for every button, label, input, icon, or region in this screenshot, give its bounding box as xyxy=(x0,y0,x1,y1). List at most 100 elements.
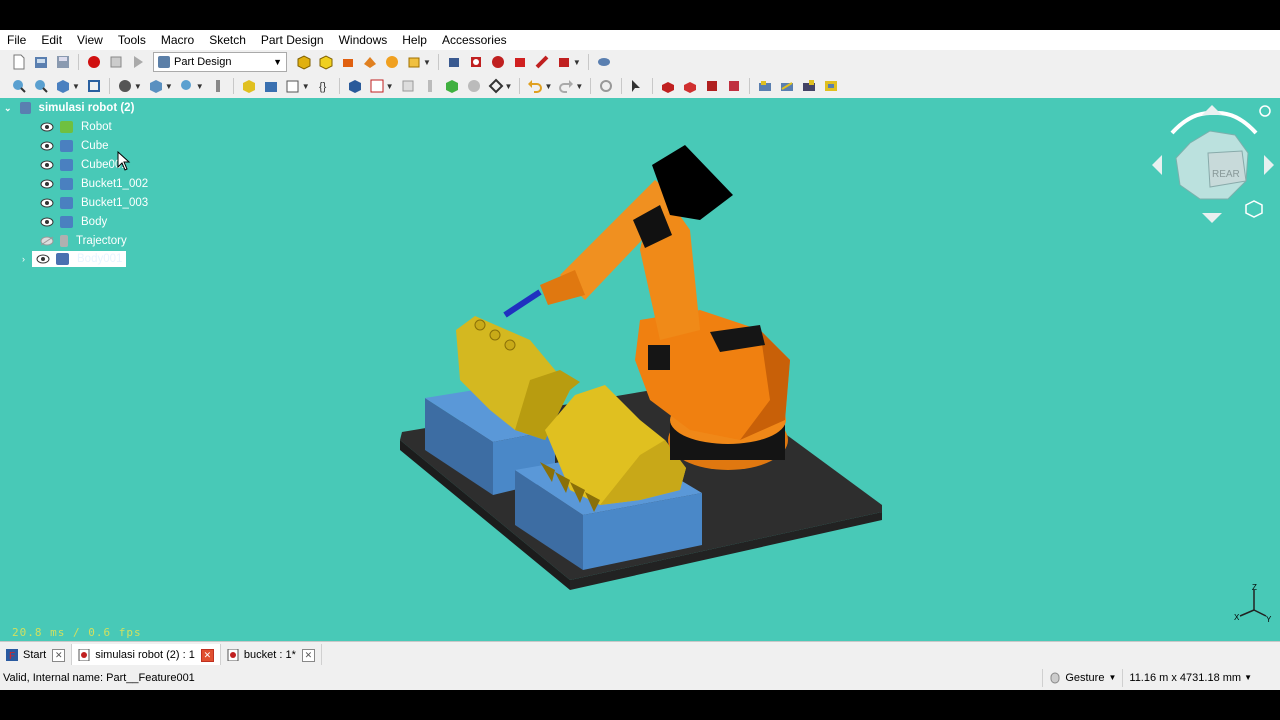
robot-export-icon[interactable] xyxy=(822,78,840,94)
tree-item-robot[interactable]: Robot xyxy=(40,118,112,136)
eye-icon[interactable] xyxy=(40,198,54,208)
chevron-down-icon[interactable]: ▼ xyxy=(573,58,581,67)
chain-icon[interactable] xyxy=(595,54,613,70)
redo-icon[interactable] xyxy=(557,78,575,94)
revolution-icon[interactable] xyxy=(383,54,401,70)
bounding-box-icon[interactable] xyxy=(85,78,103,94)
selected-item[interactable]: Body001 xyxy=(32,251,127,267)
rotate-right-icon[interactable] xyxy=(1217,111,1258,135)
macro-record-icon[interactable] xyxy=(85,54,103,70)
create-group-icon[interactable] xyxy=(262,78,280,94)
chevron-down-icon[interactable]: ▼ xyxy=(575,82,583,91)
menu-accessories[interactable]: Accessories xyxy=(435,30,515,50)
create-part-container-icon[interactable] xyxy=(240,78,258,94)
chevron-down-icon[interactable]: ▼ xyxy=(72,82,80,91)
hole-icon[interactable] xyxy=(467,54,485,70)
subtractive-icon[interactable] xyxy=(445,54,463,70)
revolve-feature-icon[interactable] xyxy=(703,78,721,94)
workbench-selector[interactable]: Part Design ▼ xyxy=(153,52,287,72)
tree-item-bucket1-003[interactable]: Bucket1_003 xyxy=(40,194,148,212)
chevron-down-icon[interactable]: ▼ xyxy=(544,82,552,91)
eye-icon[interactable] xyxy=(40,160,54,170)
open-document-icon[interactable] xyxy=(32,54,50,70)
pad-icon[interactable] xyxy=(339,54,357,70)
tree-item-cube[interactable]: Cube xyxy=(40,137,109,155)
close-icon[interactable]: ✕ xyxy=(301,648,315,662)
dimension-display[interactable]: 11.16 m x 4731.18 mm ▼ xyxy=(1122,668,1258,687)
variables-icon[interactable]: {} xyxy=(315,78,333,94)
tree-item-body001[interactable]: › Body001 xyxy=(22,250,127,268)
chevron-down-icon[interactable]: ▼ xyxy=(165,82,173,91)
additive-primitive-icon[interactable] xyxy=(405,54,423,70)
pocket-icon[interactable] xyxy=(361,54,379,70)
create-part-icon[interactable] xyxy=(317,54,335,70)
fit-selection-icon[interactable] xyxy=(32,78,50,94)
fit-all-icon[interactable] xyxy=(10,78,28,94)
new-document-icon[interactable] xyxy=(10,54,28,70)
subtractive-pipe-icon[interactable] xyxy=(533,54,551,70)
new-sketch-icon[interactable] xyxy=(368,78,386,94)
chevron-down-icon[interactable]: ▼ xyxy=(505,82,513,91)
chevron-down-icon[interactable]: ⌄ xyxy=(4,103,12,114)
new-body-icon[interactable] xyxy=(346,78,364,94)
eye-hidden-icon[interactable] xyxy=(40,236,54,246)
close-icon[interactable]: ✕ xyxy=(200,648,214,662)
zoom-icon[interactable] xyxy=(178,78,196,94)
menu-file[interactable]: File xyxy=(0,30,34,50)
isometric-view-icon[interactable] xyxy=(147,78,165,94)
navigation-cube[interactable]: REAR xyxy=(1150,103,1278,228)
rotate-left-icon[interactable] xyxy=(1170,111,1211,135)
arrow-up-icon[interactable] xyxy=(1202,105,1222,115)
subtractive-primitive-icon[interactable] xyxy=(555,54,573,70)
measure-icon[interactable] xyxy=(209,78,227,94)
chevron-down-icon[interactable]: ▼ xyxy=(302,82,310,91)
stereo-icon[interactable] xyxy=(116,78,134,94)
tab-bucket[interactable]: bucket : 1* ✕ xyxy=(221,644,322,666)
menu-view[interactable]: View xyxy=(70,30,111,50)
tree-item-cube001[interactable]: Cube001 xyxy=(40,156,128,174)
datum-point-icon[interactable] xyxy=(421,78,439,94)
menu-sketch[interactable]: Sketch xyxy=(202,30,254,50)
chevron-down-icon[interactable]: ▼ xyxy=(423,58,431,67)
eye-icon[interactable] xyxy=(40,179,54,189)
subtractive-loft-icon[interactable] xyxy=(511,54,529,70)
tab-simulasi-robot[interactable]: simulasi robot (2) : 1 ✕ xyxy=(72,644,221,666)
arrow-right-icon[interactable] xyxy=(1264,155,1274,175)
menu-tools[interactable]: Tools xyxy=(111,30,154,50)
eye-icon[interactable] xyxy=(40,217,54,227)
menu-windows[interactable]: Windows xyxy=(332,30,396,50)
navcube-menu-icon[interactable] xyxy=(1259,105,1271,117)
tree-item-body[interactable]: Body xyxy=(40,213,107,231)
3d-viewport[interactable]: ⌄ simulasi robot (2) Robot Cube Cube001 … xyxy=(0,98,1280,641)
menu-edit[interactable]: Edit xyxy=(34,30,70,50)
pocket-feature-icon[interactable] xyxy=(681,78,699,94)
arrow-left-icon[interactable] xyxy=(1152,155,1162,175)
tree-item-bucket1-002[interactable]: Bucket1_002 xyxy=(40,175,148,193)
groove-feature-icon[interactable] xyxy=(725,78,743,94)
eye-icon[interactable] xyxy=(40,141,54,151)
datum-plane-icon[interactable] xyxy=(487,78,505,94)
eye-icon[interactable] xyxy=(36,254,50,264)
arrow-down-icon[interactable] xyxy=(1202,213,1222,223)
whats-this-icon[interactable] xyxy=(628,78,646,94)
save-document-icon[interactable] xyxy=(54,54,72,70)
robot-trajectory-icon[interactable] xyxy=(778,78,796,94)
draw-style-icon[interactable] xyxy=(54,78,72,94)
groove-icon[interactable] xyxy=(489,54,507,70)
eye-icon[interactable] xyxy=(40,122,54,132)
validate-sketch-icon[interactable] xyxy=(399,78,417,94)
create-link-icon[interactable] xyxy=(284,78,302,94)
pad-feature-icon[interactable] xyxy=(659,78,677,94)
clone-icon[interactable] xyxy=(465,78,483,94)
navigation-style-button[interactable]: Gesture ▼ xyxy=(1042,668,1122,687)
chevron-down-icon[interactable]: ▼ xyxy=(196,82,204,91)
menu-help[interactable]: Help xyxy=(395,30,435,50)
view-menu-cube-icon[interactable] xyxy=(1245,200,1263,218)
tab-start[interactable]: F Start ✕ xyxy=(0,644,73,666)
menu-part-design[interactable]: Part Design xyxy=(254,30,332,50)
macro-edit-icon[interactable] xyxy=(107,54,125,70)
refresh-icon[interactable] xyxy=(597,78,615,94)
create-body-icon[interactable] xyxy=(295,54,313,70)
undo-icon[interactable] xyxy=(526,78,544,94)
tree-item-trajectory[interactable]: Trajectory xyxy=(40,232,127,250)
